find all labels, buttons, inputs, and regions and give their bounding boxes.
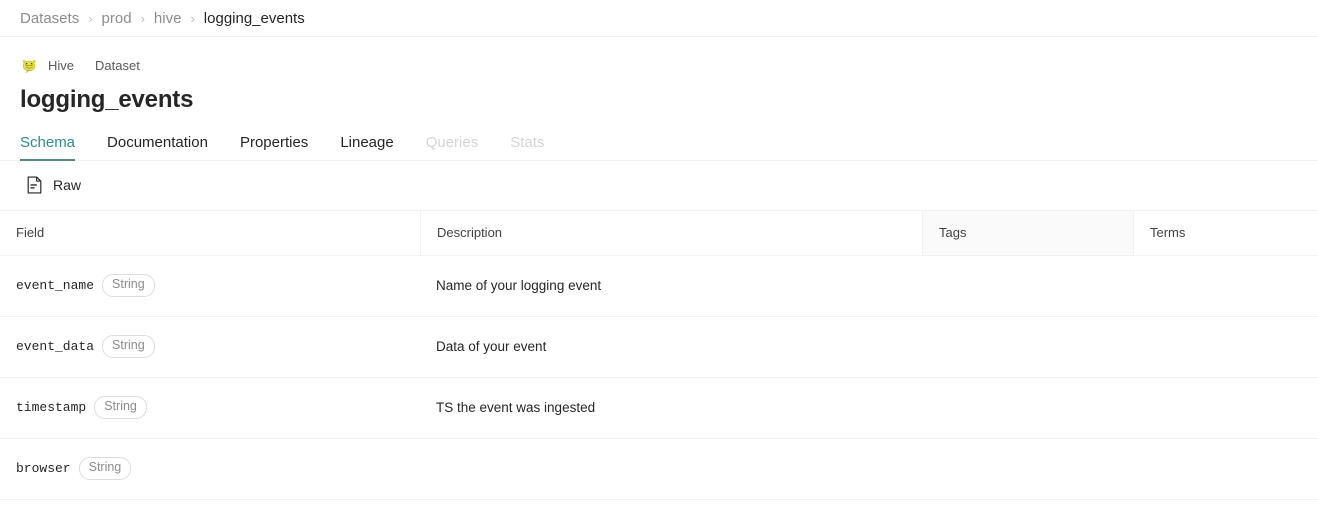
entity-type-label: Dataset — [95, 57, 140, 73]
breadcrumb-item-hive[interactable]: hive — [154, 11, 182, 26]
cell-description[interactable]: Name of your logging event — [420, 256, 922, 316]
table-header-row: Field Description Tags Terms — [0, 210, 1318, 256]
field-type-badge: String — [102, 274, 155, 297]
field-type-badge: String — [94, 396, 147, 419]
breadcrumb-separator: › — [190, 10, 195, 26]
platform-name: Hive — [48, 57, 75, 73]
entity-header: Hive Dataset logging_events — [0, 37, 1318, 114]
cell-tags[interactable] — [922, 256, 1133, 316]
cell-field: event_name String — [0, 256, 420, 316]
cell-terms[interactable] — [1133, 317, 1318, 377]
file-document-icon — [27, 176, 42, 194]
cell-field: event_data String — [0, 317, 420, 377]
tab-properties[interactable]: Properties — [240, 135, 308, 160]
cell-description[interactable]: Data of your event — [420, 317, 922, 377]
breadcrumb-item-prod[interactable]: prod — [102, 11, 132, 26]
tab-schema[interactable]: Schema — [20, 135, 76, 161]
tab-stats: Stats — [510, 133, 545, 151]
field-name: event_data — [16, 339, 95, 355]
cell-tags[interactable] — [922, 317, 1133, 377]
tab-bar: Schema Documentation Properties Lineage Quer… — [0, 125, 1318, 161]
field-type-badge: String — [102, 335, 155, 358]
breadcrumb-item-datasets[interactable]: Datasets — [20, 11, 79, 26]
field-name: event_name — [16, 278, 95, 294]
table-body: event_name String Name of your logging eve… — [0, 256, 1318, 500]
table-row[interactable]: event_data String Data of your event — [0, 317, 1318, 378]
cell-terms[interactable] — [1133, 439, 1318, 499]
field-name: browser — [16, 461, 71, 477]
breadcrumb-separator: › — [88, 10, 93, 26]
cell-description[interactable]: TS the event was ingested — [420, 378, 922, 438]
column-header-tags: Tags — [922, 210, 1133, 255]
table-row[interactable]: event_name String Name of your logging eve… — [0, 256, 1318, 317]
breadcrumb-separator: › — [140, 10, 145, 26]
platform-row: Hive Dataset — [20, 55, 1298, 75]
cell-tags[interactable] — [922, 439, 1133, 499]
cell-field: timestamp String — [0, 378, 420, 438]
raw-button[interactable]: Raw — [20, 172, 87, 198]
field-name: timestamp — [16, 400, 87, 416]
table-row[interactable]: timestamp String TS the event was ingested — [0, 378, 1318, 439]
column-header-terms: Terms — [1133, 210, 1318, 255]
breadcrumb-item-logging_events: logging_events — [203, 9, 305, 27]
page-title: logging_events — [20, 86, 194, 113]
tab-documentation[interactable]: Documentation — [107, 135, 208, 160]
field-description: TS the event was ingested — [436, 399, 596, 415]
column-header-field: Field — [16, 225, 45, 241]
raw-button-label: Raw — [53, 177, 82, 194]
cell-description[interactable] — [420, 439, 922, 499]
breadcrumb: Datasets › prod › hive › logging_events — [0, 0, 1318, 37]
tab-lineage[interactable]: Lineage — [340, 135, 393, 160]
tab-queries: Queries — [425, 133, 479, 151]
hive-logo-icon — [22, 59, 36, 73]
field-type-badge: String — [78, 457, 132, 480]
column-header-description: Description — [420, 210, 922, 255]
schema-toolbar: Raw — [0, 161, 1318, 211]
cell-terms[interactable] — [1133, 256, 1318, 316]
field-description: Data of your event — [436, 338, 547, 354]
field-description: Name of your logging event — [436, 277, 602, 293]
cell-field: browser String — [0, 439, 420, 499]
cell-terms[interactable] — [1133, 378, 1318, 438]
schema-table: Field Description Tags Terms event_name Stri… — [0, 210, 1318, 500]
cell-tags[interactable] — [922, 378, 1133, 438]
table-row[interactable]: browser String — [0, 439, 1318, 500]
